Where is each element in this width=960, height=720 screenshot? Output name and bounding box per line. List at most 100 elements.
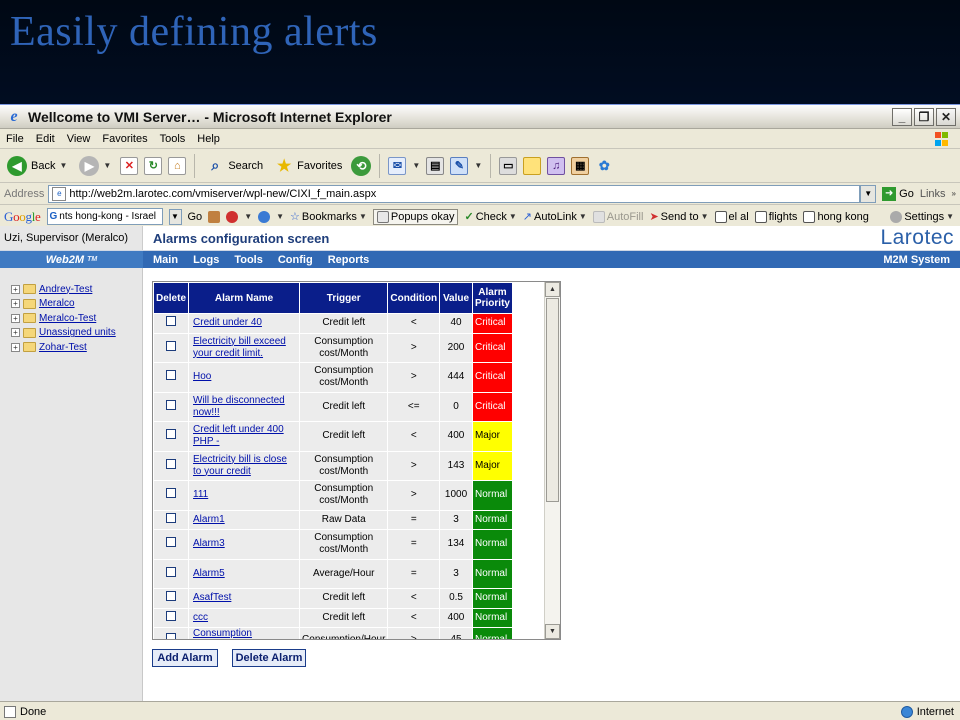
minimize-button[interactable]: _ [892,107,912,126]
tree-item[interactable]: + Unassigned units [0,326,142,341]
delete-checkbox[interactable] [166,458,176,469]
delete-checkbox[interactable] [166,512,176,523]
nav-main[interactable]: Main [153,254,178,266]
chevron-down-icon[interactable]: ▼ [412,161,420,170]
delete-alarm-button[interactable]: Delete Alarm [232,649,306,667]
quicklink-flights[interactable]: flights [754,210,797,223]
delete-checkbox[interactable] [166,316,176,327]
forward-button[interactable]: ▶ ▼ [76,154,114,178]
expand-icon[interactable]: + [11,284,20,294]
research-icon[interactable]: ▦ [571,156,590,175]
expand-icon[interactable]: + [11,313,20,323]
alarm-name-link[interactable]: Credit under 40 [193,317,262,328]
expand-icon[interactable]: + [11,342,20,352]
address-input[interactable]: e http://web2m.larotec.com/vmiserver/wpl… [48,184,861,203]
links-button[interactable]: Links [920,188,946,200]
nav-logs[interactable]: Logs [193,254,219,266]
menu-tools[interactable]: Tools [160,133,186,145]
alarm-name-link[interactable]: Will be disconnected now!!! [193,395,285,418]
print-icon[interactable]: ▤ [426,156,445,175]
chevron-down-icon[interactable]: ▼ [474,161,482,170]
alarm-name-link[interactable]: Electricity bill exceed your credit limi… [193,336,286,359]
alarm-name-link[interactable]: Alarm1 [193,514,225,525]
delete-checkbox[interactable] [166,566,176,577]
quicklink-el-al[interactable]: el al [714,210,749,223]
people-icon[interactable]: ✿ [595,157,613,175]
delete-checkbox[interactable] [166,610,176,621]
note-icon[interactable] [523,156,542,175]
favorites-button[interactable]: ★ Favorites [272,155,345,177]
autolink-button[interactable]: ↗ AutoLink ▼ [523,210,587,224]
stop-icon[interactable]: ✕ [120,156,139,175]
alarm-name-link[interactable]: Credit left under 400 PHP - [193,424,284,447]
tree-item[interactable]: + Meralco-Test [0,311,142,326]
chevron-down-icon[interactable]: ▼ [168,208,182,225]
chevron-down-icon[interactable]: ▼ [276,212,284,221]
delete-checkbox[interactable] [166,399,176,410]
edit-icon[interactable]: ✎ [450,156,469,175]
search-button[interactable]: ⌕ Search [203,155,266,177]
nav-reports[interactable]: Reports [328,254,370,266]
table-scrollbar[interactable]: ▲ ▼ [544,282,560,639]
history-icon[interactable]: ⟲ [351,155,372,176]
alarm-name-link[interactable]: Alarm3 [193,538,225,549]
alarm-name-link[interactable]: ccc [193,612,208,623]
scroll-down-icon[interactable]: ▼ [545,624,560,639]
go-button[interactable]: ➜ Go [882,186,914,201]
chat-icon[interactable] [258,210,271,223]
tree-item[interactable]: + Meralco [0,297,142,312]
expand-icon[interactable]: + [11,299,20,309]
delete-checkbox[interactable] [166,488,176,499]
scroll-thumb[interactable] [546,298,559,502]
close-button[interactable]: ✕ [936,107,956,126]
alarm-name-link[interactable]: 111 [193,489,208,500]
alarm-name-link[interactable]: Consumption notification [193,628,252,639]
condition-cell: = [388,530,440,559]
delete-checkbox[interactable] [166,591,176,602]
refresh-icon[interactable]: ↻ [144,156,163,175]
discuss-icon[interactable]: ▭ [499,156,518,175]
expand-icon[interactable]: + [11,328,20,338]
nav-config[interactable]: Config [278,254,313,266]
maximize-button[interactable]: ❐ [914,107,934,126]
chevron-down-icon[interactable]: ▼ [860,184,877,203]
google-go-button[interactable]: Go [188,211,203,223]
bookmarks-button[interactable]: ☆ Bookmarks ▼ [290,210,367,224]
delete-checkbox[interactable] [166,370,176,381]
menu-view[interactable]: View [67,133,91,145]
tree-item[interactable]: + Zohar-Test [0,340,142,355]
spellcheck-button[interactable]: ✓ Check ▼ [464,210,516,224]
messenger-icon[interactable]: ♫ [547,156,566,175]
menu-favorites[interactable]: Favorites [102,133,147,145]
delete-checkbox[interactable] [166,429,176,440]
popup-blocker-button[interactable]: Popups okay [372,208,459,225]
alarm-name-link[interactable]: Alarm5 [193,568,225,579]
mail-icon[interactable]: ✉ [388,156,407,175]
alarm-name-link[interactable]: Electricity bill is close to your credit [193,454,287,477]
chevron-down-icon[interactable]: ▼ [103,161,111,170]
alarm-name-link[interactable]: AsafTest [193,592,231,603]
quicklink-hong-kong[interactable]: hong kong [803,210,869,223]
settings-button[interactable]: Settings ▼ [890,210,954,223]
delete-checkbox[interactable] [166,633,176,639]
nav-tools[interactable]: Tools [234,254,263,266]
news-icon[interactable] [208,210,221,223]
tree-item[interactable]: + Andrey-Test [0,282,142,297]
back-button[interactable]: ◀ Back ▼ [4,154,70,178]
autofill-button[interactable]: AutoFill [592,210,643,223]
menu-help[interactable]: Help [197,133,220,145]
delete-checkbox[interactable] [166,537,176,548]
home-icon[interactable]: ⌂ [168,156,187,175]
chevron-down-icon[interactable]: ▼ [244,212,252,221]
google-search-input[interactable]: G nts hong-kong - Israel [46,208,163,225]
chevron-right-icon[interactable]: » [952,189,956,198]
pagerank-icon[interactable] [226,210,239,223]
menu-edit[interactable]: Edit [36,133,55,145]
menu-file[interactable]: File [6,133,24,145]
send-to-button[interactable]: ➤ Send to ▼ [649,210,708,224]
delete-checkbox[interactable] [166,340,176,351]
alarm-name-link[interactable]: Hoo [193,371,211,382]
scroll-up-icon[interactable]: ▲ [545,282,560,297]
chevron-down-icon[interactable]: ▼ [59,161,67,170]
add-alarm-button[interactable]: Add Alarm [152,649,218,667]
